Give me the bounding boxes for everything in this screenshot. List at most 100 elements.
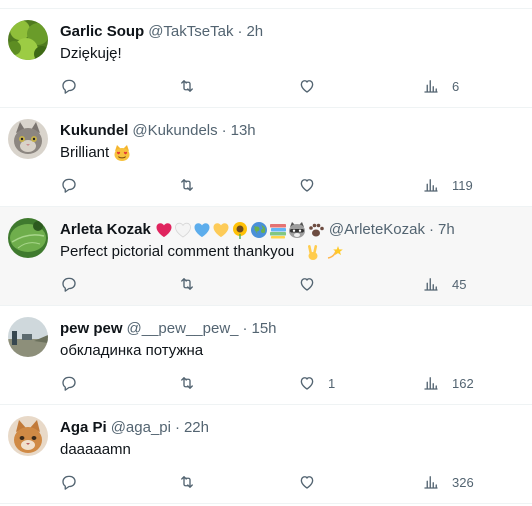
view-count: 45	[452, 276, 467, 292]
yellow-heart-emoji	[213, 223, 229, 237]
views-button[interactable]: 326	[422, 471, 474, 493]
timestamp[interactable]: 13h	[231, 121, 256, 141]
timestamp[interactable]: 2h	[246, 22, 263, 42]
green-leaves-avatar-image	[8, 20, 48, 60]
author-handle[interactable]: @aga_pi	[111, 418, 171, 438]
reply-button[interactable]	[60, 75, 78, 97]
heart-outline-icon	[300, 377, 314, 390]
view-count: 119	[452, 177, 473, 193]
reply-text-content: Perfect pictorial comment thankyou	[60, 243, 295, 260]
reply-bubble-icon	[62, 475, 76, 490]
reply-text: daaaaamn	[60, 440, 131, 460]
books-emoji	[269, 224, 286, 239]
bar-chart-views-icon	[424, 278, 438, 291]
views-button[interactable]: 45	[422, 273, 466, 295]
view-count: 162	[452, 375, 474, 391]
retweet-button[interactable]	[178, 372, 196, 394]
author-name[interactable]: pew pew	[60, 319, 123, 339]
like-button[interactable]: 1	[298, 372, 335, 394]
reply-button[interactable]	[60, 174, 78, 196]
reply-text: обкладинка потужна	[60, 341, 203, 361]
avatar[interactable]	[8, 317, 48, 357]
action-bar: 119	[60, 174, 520, 196]
sunflower-emoji	[232, 222, 247, 239]
like-button[interactable]	[298, 471, 328, 493]
like-count: 1	[328, 375, 336, 391]
retweet-arrows-icon	[181, 476, 193, 488]
reply-text-content: обкладинка потужна	[60, 342, 204, 359]
views-button[interactable]: 162	[422, 372, 474, 394]
author-name[interactable]: Aga Pi	[60, 418, 107, 438]
retweet-arrows-icon	[181, 80, 193, 92]
reply-text-content: daaaaamn	[60, 441, 131, 458]
bar-chart-views-icon	[424, 80, 438, 93]
reply-text: Dziękuję!	[60, 44, 122, 64]
action-bar: 45	[60, 273, 520, 295]
views-button[interactable]: 119	[422, 174, 473, 196]
reply-header: Garlic Soup @TakTseTak · 2h	[60, 22, 524, 42]
reply-text: Perfect pictorial comment thankyou	[60, 242, 344, 262]
reply-button[interactable]	[60, 372, 78, 394]
heart-outline-icon	[300, 278, 314, 291]
retweet-arrows-icon	[181, 179, 193, 191]
like-button[interactable]	[298, 174, 328, 196]
green-leaf-closeup-avatar-image	[8, 218, 48, 258]
paw-prints-emoji	[309, 223, 324, 237]
author-handle[interactable]: @__pew__pew_	[127, 319, 239, 339]
avatar[interactable]	[8, 119, 48, 159]
reply-item[interactable]: Arleta Kozak @ArleteKozak · 7h Perfect p…	[0, 207, 532, 306]
reply-bubble-icon	[62, 277, 76, 292]
retweet-button[interactable]	[178, 75, 196, 97]
views-button[interactable]: 6	[422, 75, 459, 97]
author-handle[interactable]: @ArleteKozak	[329, 220, 425, 240]
orange-cat-avatar-image	[8, 416, 48, 456]
bar-chart-views-icon	[424, 476, 438, 489]
author-handle[interactable]: @TakTseTak	[148, 22, 233, 42]
timestamp[interactable]: 15h	[252, 319, 277, 339]
victory-hand-emoji	[308, 245, 318, 260]
reply-header: Arleta Kozak @ArleteKozak · 7h	[60, 220, 524, 240]
reply-item[interactable]: pew pew @__pew__pew_ · 15h обкладинка по…	[0, 306, 532, 405]
author-name[interactable]: Garlic Soup	[60, 22, 144, 42]
reply-bubble-icon	[62, 79, 76, 94]
reply-feed: Garlic Soup @TakTseTak · 2h Dziękuję! 6	[0, 9, 532, 504]
avatar[interactable]	[8, 416, 48, 456]
reply-button[interactable]	[60, 471, 78, 493]
retweet-button[interactable]	[178, 471, 196, 493]
reply-item[interactable]: Aga Pi @aga_pi · 22h daaaaamn 326	[0, 405, 532, 504]
author-name[interactable]: Arleta Kozak	[60, 220, 151, 240]
name-emoji-list	[155, 221, 325, 239]
like-button[interactable]	[298, 273, 328, 295]
avatar[interactable]	[8, 218, 48, 258]
avatar[interactable]	[8, 20, 48, 60]
grey-cat-avatar-image	[8, 119, 48, 159]
heart-outline-icon	[300, 476, 314, 489]
like-button[interactable]	[298, 75, 328, 97]
retweet-button[interactable]	[178, 273, 196, 295]
separator-dot: ·	[242, 320, 248, 337]
separator-dot: ·	[221, 122, 227, 139]
author-handle[interactable]: @Kukundels	[132, 121, 217, 141]
red-heart-emoji	[156, 223, 172, 237]
reply-item[interactable]: Garlic Soup @TakTseTak · 2h Dziękuję! 6	[0, 9, 532, 108]
author-name[interactable]: Kukundel	[60, 121, 128, 141]
reply-item[interactable]: Kukundel @Kukundels · 13h Brilliant 119	[0, 108, 532, 207]
reply-header: Kukundel @Kukundels · 13h	[60, 121, 524, 141]
timestamp[interactable]: 22h	[184, 418, 209, 438]
timestamp[interactable]: 7h	[438, 220, 455, 240]
retweet-arrows-icon	[181, 278, 193, 290]
white-heart-emoji	[174, 222, 191, 238]
action-bar: 1 162	[60, 372, 520, 394]
smiling-cat-heart-eyes-emoji	[114, 145, 130, 161]
globe-emoji	[250, 222, 267, 238]
landscape-photo-avatar-image	[8, 317, 48, 357]
view-count: 6	[452, 78, 460, 94]
reply-bubble-icon	[62, 376, 76, 391]
reply-text-content: Brilliant	[60, 144, 110, 161]
heart-outline-icon	[300, 80, 314, 93]
reply-header: Aga Pi @aga_pi · 22h	[60, 418, 524, 438]
retweet-button[interactable]	[178, 174, 196, 196]
reply-button[interactable]	[60, 273, 78, 295]
bar-chart-views-icon	[424, 377, 438, 390]
raccoon-emoji	[288, 222, 305, 238]
